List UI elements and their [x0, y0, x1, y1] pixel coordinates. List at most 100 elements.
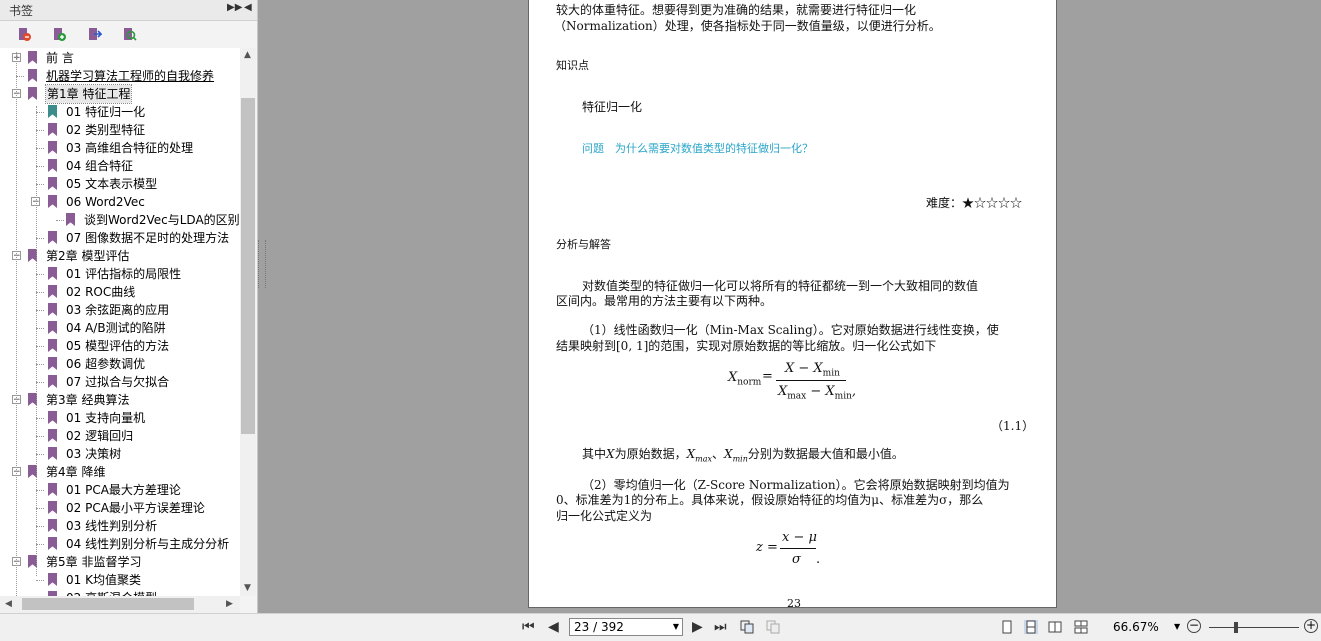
zoom-slider-thumb[interactable] — [1234, 622, 1238, 633]
previous-page-icon[interactable]: ◀ — [548, 619, 559, 635]
formula1-equals: = — [762, 369, 773, 384]
bookmark-label: 04 线性判别分析与主成分分析 — [66, 537, 230, 551]
tree-connector — [36, 364, 44, 365]
single-page-view-icon[interactable] — [1000, 620, 1014, 634]
bookmark-icon — [28, 87, 37, 100]
formula2-lhs: z — [756, 540, 763, 555]
bookmark-icon — [48, 411, 57, 424]
scroll-right-icon[interactable]: ▶ — [226, 599, 233, 609]
para4-line-3: 归一化公式定义为 — [556, 509, 653, 523]
bookmark-icon — [48, 357, 57, 370]
bookmark-label: 第3章 经典算法 — [46, 393, 130, 407]
bookmark-label: 07 图像数据不足时的处理方法 — [66, 231, 230, 245]
bookmark-icon — [48, 483, 57, 496]
find-bookmark-icon[interactable] — [121, 26, 137, 42]
bookmark-label: 01 支持向量机 — [66, 411, 146, 425]
zoom-level[interactable]: 66.67% — [1113, 620, 1159, 634]
expand-panel-icon[interactable]: ▶▶ — [227, 2, 242, 13]
tree-connector — [36, 526, 44, 527]
add-bookmark-icon[interactable] — [51, 26, 67, 42]
page-number: 23 — [787, 597, 801, 610]
tree-guide-line — [16, 52, 17, 596]
bookmark-icon — [48, 339, 57, 352]
delete-bookmark-icon[interactable] — [16, 26, 32, 42]
bookmark-icon — [28, 51, 37, 64]
tree-connector — [36, 382, 44, 383]
page-number-field[interactable]: 23 / 392 ▼ — [569, 618, 683, 636]
bookmark-label: 03 线性判别分析 — [66, 519, 158, 533]
bookmark-icon — [48, 447, 57, 460]
goto-bookmark-icon[interactable] — [86, 26, 102, 42]
bookmark-vertical-scrollbar[interactable]: ▲ ▼ — [240, 48, 256, 596]
bookmark-icon — [48, 177, 57, 190]
bookmark-item[interactable]: 机器学习算法工程师的自我修养 — [0, 67, 240, 85]
first-page-icon[interactable]: ⏮ — [522, 619, 535, 635]
para4-line-2: 0、标准差为1的分布上。具体来说，假设原始特征的均值为μ、标准差为σ，那么 — [556, 493, 984, 507]
bookmark-label: 前 言 — [46, 51, 74, 65]
bookmark-icon — [48, 501, 57, 514]
paste-page-icon[interactable] — [766, 620, 780, 634]
bookmark-label: 06 超参数调优 — [66, 357, 146, 371]
chevron-down-icon[interactable]: ▼ — [673, 619, 679, 635]
zoom-out-icon[interactable]: − — [1187, 619, 1201, 633]
bookmarks-panel-header: 书签 ▶▶ ◀ — [0, 0, 257, 21]
bookmarks-panel: 书签 ▶▶ ◀ + 前 言机器学习算法工程师的自我修养 − 第1章 特征工程 01 特征… — [0, 0, 258, 613]
next-page-icon[interactable]: ▶ — [692, 619, 703, 635]
intro-line-2: （Normalization）处理，使各指标处于同一数值量级，以便进行分析。 — [554, 19, 941, 33]
zoom-slider[interactable] — [1209, 627, 1299, 628]
tree-connector — [36, 454, 44, 455]
bookmark-icon — [48, 519, 57, 532]
zoom-dropdown-icon[interactable]: ▼ — [1174, 622, 1180, 631]
tree-connector — [36, 490, 44, 491]
bookmark-icon — [48, 231, 57, 244]
status-toolbar: ⏮ ◀ 23 / 392 ▼ ▶ ⏭ 66.67% ▼ − + — [0, 613, 1321, 641]
panel-splitter-handle[interactable] — [258, 240, 266, 288]
bookmark-icon — [48, 537, 57, 550]
continuous-view-icon[interactable] — [1024, 620, 1038, 634]
bookmark-horizontal-scrollbar[interactable]: ◀ ▶ — [0, 596, 240, 613]
formula1-fraction-bar — [776, 380, 846, 381]
bookmark-label: 05 文本表示模型 — [66, 177, 158, 191]
scroll-up-icon[interactable]: ▲ — [244, 50, 251, 60]
analysis-label: 分析与解答 — [556, 238, 611, 251]
copy-page-icon[interactable] — [740, 620, 754, 634]
bookmark-label: 02 类别型特征 — [66, 123, 146, 137]
bookmark-label: 06 Word2Vec — [66, 195, 145, 209]
bookmark-item[interactable]: 02 高斯混合模型 — [0, 589, 240, 596]
bookmark-label: 机器学习算法工程师的自我修养 — [46, 69, 215, 83]
bookmark-item[interactable]: + 前 言 — [0, 49, 240, 67]
tree-connector — [36, 148, 44, 149]
bookmark-label: 02 ROC曲线 — [66, 285, 136, 299]
tree-connector — [36, 418, 44, 419]
bookmark-tree: + 前 言机器学习算法工程师的自我修养 − 第1章 特征工程 01 特征归一化 02 类别… — [0, 48, 240, 596]
bookmark-label: 07 过拟合与欠拟合 — [66, 375, 170, 389]
bookmark-label: 04 组合特征 — [66, 159, 134, 173]
difficulty-rating: 难度：★☆☆☆☆ — [926, 196, 1023, 210]
two-page-view-icon[interactable] — [1048, 620, 1062, 634]
bookmark-icon — [48, 573, 57, 586]
two-page-continuous-icon[interactable] — [1074, 620, 1088, 634]
formula2-period: . — [816, 552, 821, 567]
knowledge-label: 知识点 — [556, 59, 589, 72]
vertical-scroll-thumb[interactable] — [241, 98, 255, 434]
bookmark-label: 第4章 降维 — [46, 465, 106, 479]
collapse-panel-icon[interactable]: ◀ — [244, 2, 252, 13]
tree-connector — [36, 310, 44, 311]
bookmark-label: 03 决策树 — [66, 447, 122, 461]
bookmark-icon — [48, 303, 57, 316]
horizontal-scroll-thumb[interactable] — [22, 598, 194, 610]
last-page-icon[interactable]: ⏭ — [714, 619, 727, 635]
zoom-in-icon[interactable]: + — [1304, 619, 1318, 633]
bookmark-label: 04 A/B测试的陷阱 — [66, 321, 166, 335]
bookmark-icon — [48, 195, 57, 208]
bookmark-label: 02 逻辑回归 — [66, 429, 134, 443]
scroll-down-icon[interactable]: ▼ — [244, 583, 251, 593]
scroll-left-icon[interactable]: ◀ — [5, 599, 12, 609]
bookmark-icon — [28, 69, 37, 82]
bookmark-icon — [66, 213, 75, 226]
bookmark-label: 01 K均值聚类 — [66, 573, 141, 587]
bookmark-label: 01 评估指标的局限性 — [66, 267, 182, 281]
bookmark-item[interactable]: − 第1章 特征工程 — [0, 84, 240, 104]
formula2-numerator: x − μ — [782, 530, 817, 545]
tree-connector — [36, 346, 44, 347]
